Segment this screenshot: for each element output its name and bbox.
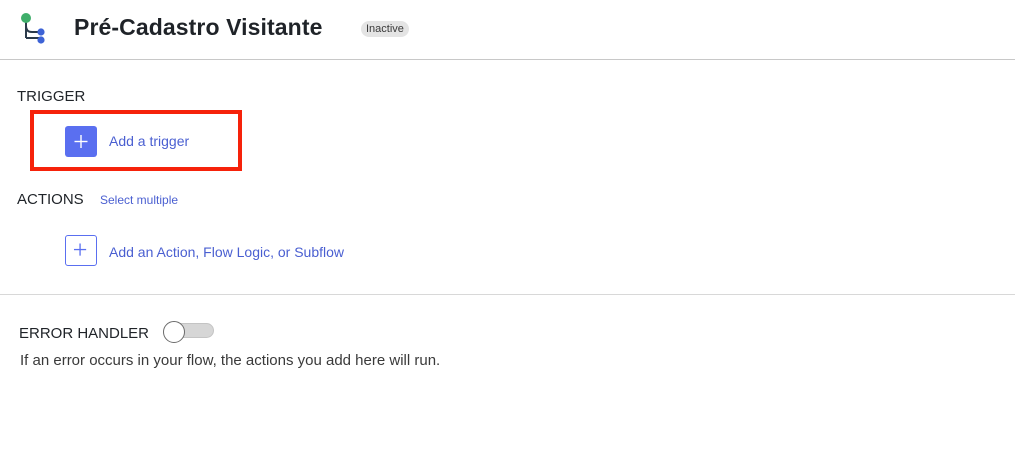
page-title: Pré-Cadastro Visitante	[74, 14, 323, 40]
error-handler-description: If an error occurs in your flow, the act…	[20, 352, 441, 369]
status-badge: Inactive	[361, 21, 409, 37]
add-trigger-button[interactable]	[65, 126, 97, 157]
error-handler-heading: ERROR HANDLER	[19, 325, 150, 342]
flow-designer-page: Pré-Cadastro Visitante Inactive TRIGGER …	[0, 0, 1015, 449]
actions-heading: ACTIONS	[17, 191, 84, 208]
add-action-button[interactable]	[65, 235, 97, 266]
select-multiple-link[interactable]: Select multiple	[100, 193, 178, 207]
plus-icon	[74, 135, 88, 148]
plus-icon	[73, 243, 87, 256]
flow-header: Pré-Cadastro Visitante Inactive	[0, 0, 1015, 60]
add-trigger-link[interactable]: Add a trigger	[109, 133, 189, 149]
section-divider	[0, 294, 1015, 295]
add-action-link[interactable]: Add an Action, Flow Logic, or Subflow	[109, 244, 344, 260]
toggle-knob	[163, 321, 185, 343]
error-handler-toggle[interactable]	[163, 321, 215, 343]
trigger-heading: TRIGGER	[17, 88, 86, 105]
flow-branch-icon	[21, 13, 45, 44]
